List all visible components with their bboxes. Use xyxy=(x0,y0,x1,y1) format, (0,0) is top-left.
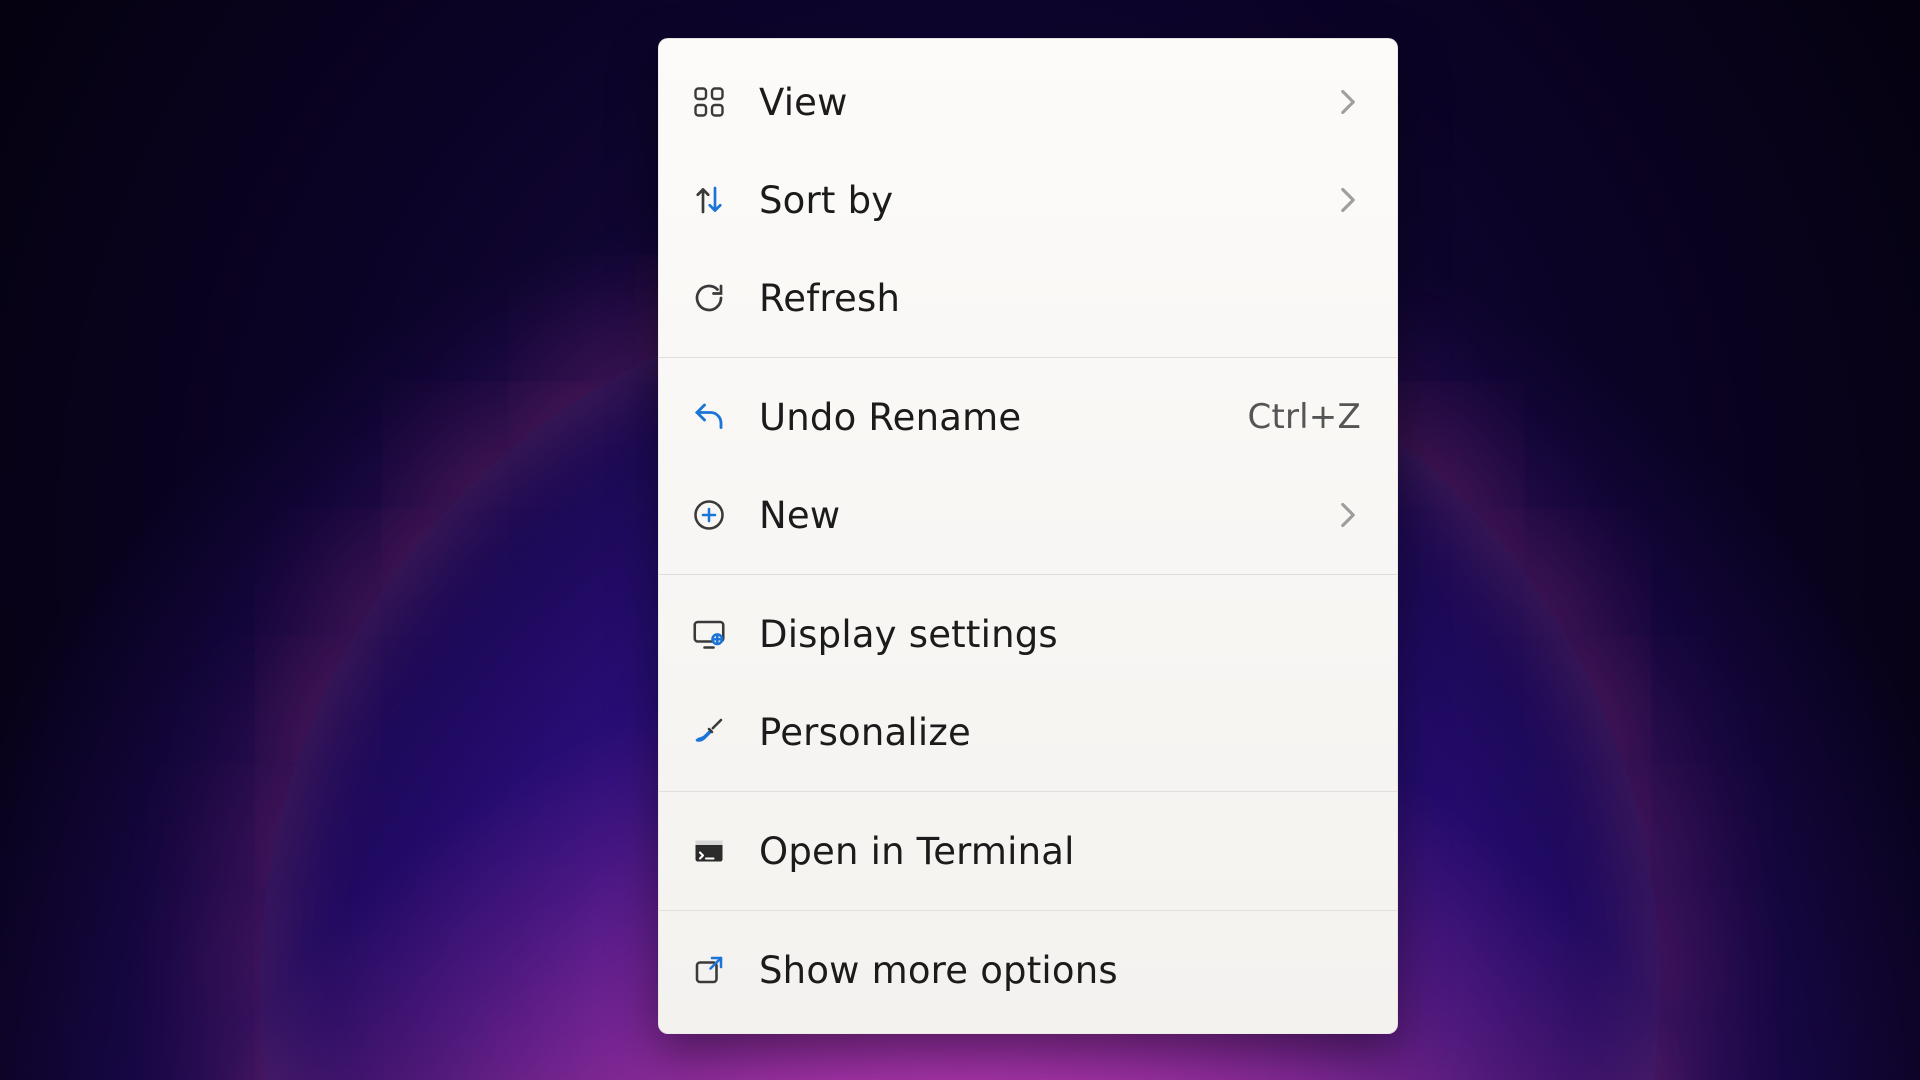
menu-item-new[interactable]: New xyxy=(659,466,1397,564)
menu-item-show-more-options[interactable]: Show more options xyxy=(659,921,1397,1019)
brush-icon xyxy=(689,712,729,752)
menu-item-refresh[interactable]: Refresh xyxy=(659,249,1397,347)
menu-item-label: View xyxy=(759,81,1305,124)
menu-item-shortcut: Ctrl+Z xyxy=(1248,397,1361,437)
refresh-icon xyxy=(689,278,729,318)
menu-item-label: Personalize xyxy=(759,711,1361,754)
sort-icon xyxy=(689,180,729,220)
grid-icon xyxy=(689,82,729,122)
popout-icon xyxy=(689,950,729,990)
menu-item-label: Display settings xyxy=(759,613,1361,656)
chevron-right-icon xyxy=(1335,89,1361,115)
menu-separator xyxy=(659,357,1397,358)
menu-item-personalize[interactable]: Personalize xyxy=(659,683,1397,781)
menu-separator xyxy=(659,910,1397,911)
menu-item-view[interactable]: View xyxy=(659,53,1397,151)
undo-icon xyxy=(689,397,729,437)
menu-item-display-settings[interactable]: Display settings xyxy=(659,585,1397,683)
chevron-right-icon xyxy=(1335,187,1361,213)
chevron-right-icon xyxy=(1335,502,1361,528)
menu-item-label: New xyxy=(759,494,1305,537)
menu-item-undo-rename[interactable]: Undo Rename Ctrl+Z xyxy=(659,368,1397,466)
menu-item-open-in-terminal[interactable]: Open in Terminal xyxy=(659,802,1397,900)
menu-separator xyxy=(659,791,1397,792)
desktop-wallpaper[interactable]: View Sort by Refresh Undo Rename Ctrl+Z xyxy=(0,0,1920,1080)
menu-item-label: Open in Terminal xyxy=(759,830,1361,873)
menu-item-label: Sort by xyxy=(759,179,1305,222)
add-icon xyxy=(689,495,729,535)
display-icon xyxy=(689,614,729,654)
terminal-icon xyxy=(689,831,729,871)
menu-item-sort-by[interactable]: Sort by xyxy=(659,151,1397,249)
desktop-context-menu: View Sort by Refresh Undo Rename Ctrl+Z xyxy=(658,38,1398,1034)
menu-item-label: Undo Rename xyxy=(759,396,1218,439)
menu-item-label: Show more options xyxy=(759,949,1361,992)
menu-separator xyxy=(659,574,1397,575)
menu-item-label: Refresh xyxy=(759,277,1361,320)
